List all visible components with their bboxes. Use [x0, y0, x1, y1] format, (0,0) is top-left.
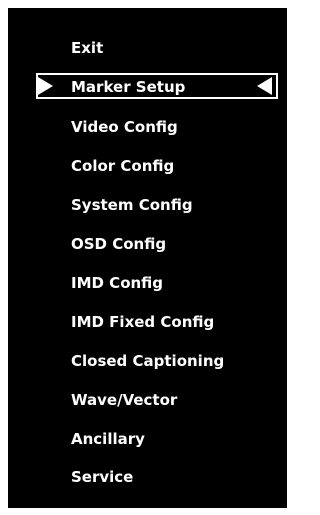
- menu-item-system-config[interactable]: System Config: [8, 192, 287, 218]
- selection-arrow-left-icon: [257, 77, 272, 95]
- menu-item-marker-setup[interactable]: Marker Setup: [8, 73, 287, 99]
- menu-item-label: Wave/Vector: [71, 391, 178, 409]
- menu-item-label: Closed Captioning: [71, 352, 225, 370]
- menu-item-label: Color Config: [71, 157, 175, 175]
- menu-item-label: IMD Fixed Config: [71, 313, 215, 331]
- menu-item-exit[interactable]: Exit: [8, 35, 287, 61]
- menu-item-label: Ancillary: [71, 430, 145, 448]
- menu-item-imd-fixed-config[interactable]: IMD Fixed Config: [8, 309, 287, 335]
- menu-item-wave-vector[interactable]: Wave/Vector: [8, 387, 287, 413]
- osd-menu-panel: Exit Marker Setup Video Config Color Con…: [8, 8, 287, 508]
- menu-item-label: System Config: [71, 196, 193, 214]
- menu-item-label: Exit: [71, 39, 104, 57]
- menu-item-color-config[interactable]: Color Config: [8, 153, 287, 179]
- menu-item-closed-captioning[interactable]: Closed Captioning: [8, 348, 287, 374]
- menu-item-ancillary[interactable]: Ancillary: [8, 426, 287, 452]
- menu-item-label: Video Config: [71, 118, 178, 136]
- menu-item-osd-config[interactable]: OSD Config: [8, 231, 287, 257]
- menu-item-label: Service: [71, 468, 134, 486]
- menu-item-video-config[interactable]: Video Config: [8, 114, 287, 140]
- menu-item-label: IMD Config: [71, 274, 164, 292]
- selection-arrow-right-icon: [38, 77, 53, 95]
- menu-item-label: Marker Setup: [71, 78, 186, 96]
- menu-item-service[interactable]: Service: [8, 464, 287, 490]
- menu-item-imd-config[interactable]: IMD Config: [8, 270, 287, 296]
- menu-item-label: OSD Config: [71, 235, 167, 253]
